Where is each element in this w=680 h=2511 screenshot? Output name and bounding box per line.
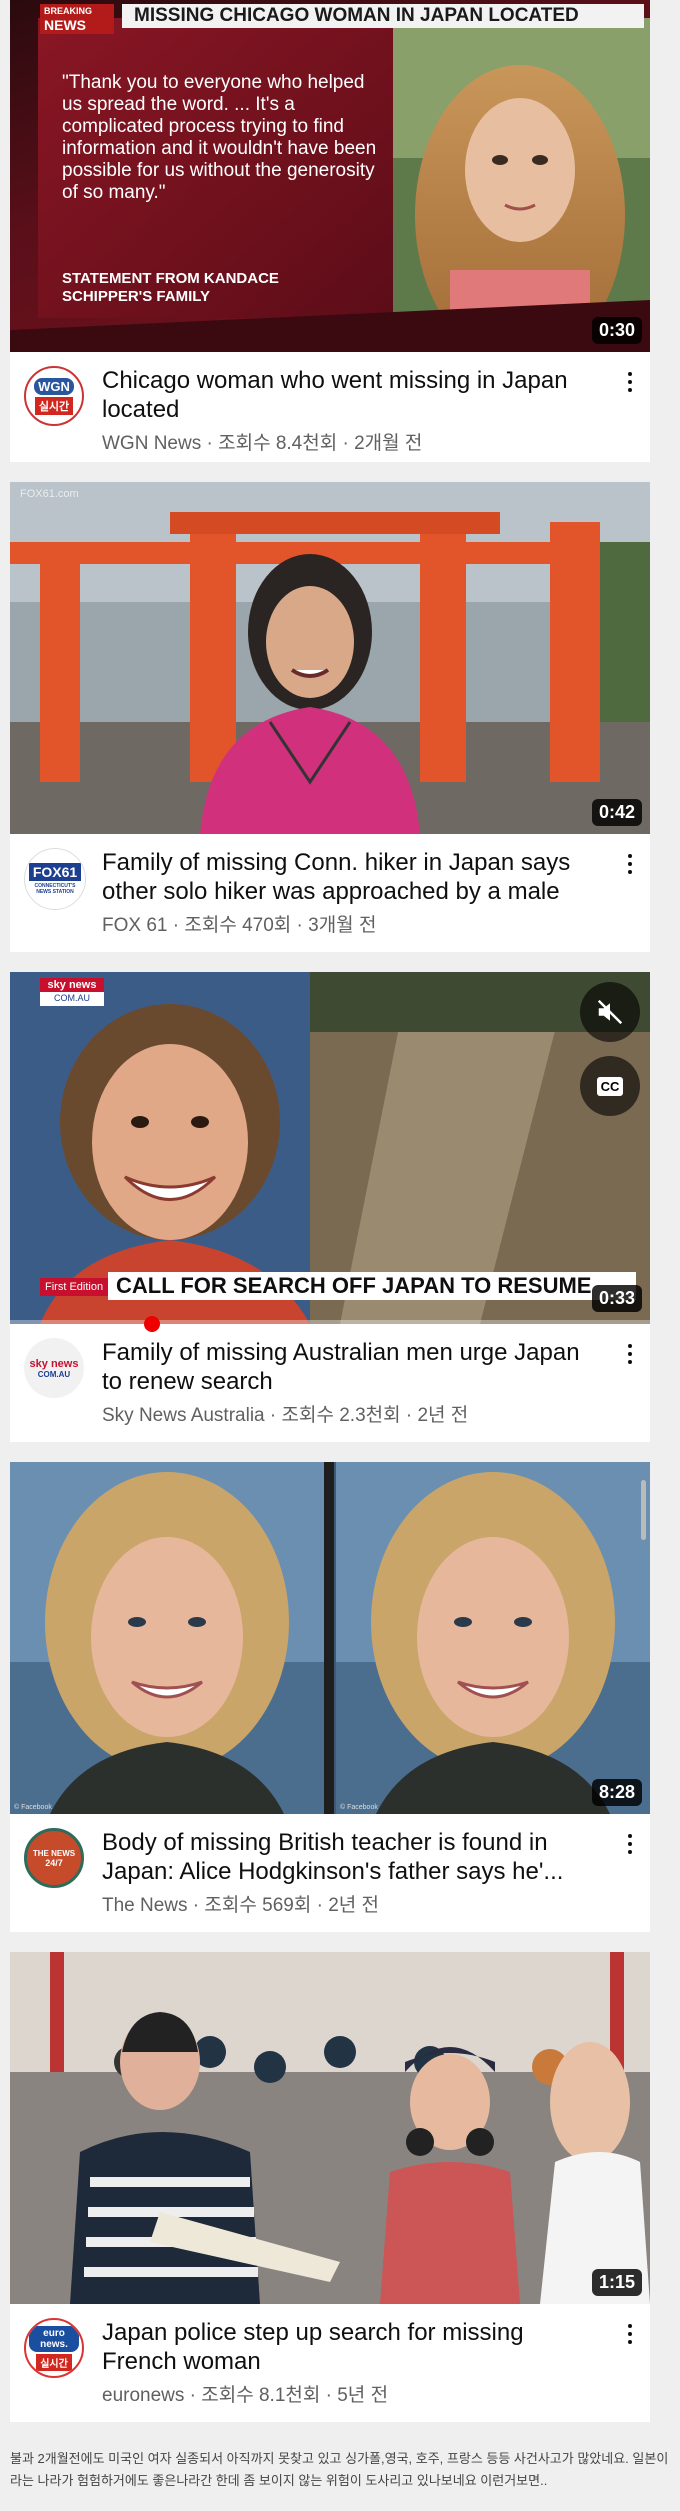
video-meta: WGN 실시간 Chicago woman who went missing i… (10, 352, 650, 455)
more-options-icon[interactable] (616, 846, 644, 882)
photo-credit: © Facebook (14, 1804, 52, 1811)
thumbnail-quote: "Thank you to everyone who helped us spr… (62, 72, 377, 203)
mute-button[interactable] (580, 982, 640, 1042)
video-meta: sky news COM.AU Family of missing Austra… (10, 1324, 650, 1442)
photo-credit-right: © Facebook (340, 1804, 378, 1811)
avatar-top-label: WGN (34, 377, 74, 395)
breaking-label: BREAKING (44, 6, 93, 16)
video-duration: 1:15 (591, 2269, 642, 2296)
avatar-bottom-label: 24/7 (45, 1857, 63, 1868)
thumbnail-headline: MISSING CHICAGO WOMAN IN JAPAN LOCATED (122, 4, 644, 28)
video-thumbnail[interactable]: © Facebook © Facebook 8:28 (10, 1462, 650, 1814)
avatar-top-label: euro news. (29, 2325, 79, 2352)
more-options-icon[interactable] (616, 2316, 644, 2352)
breaking-news-badge: BREAKING NEWS (40, 4, 114, 34)
more-options-icon[interactable] (616, 1826, 644, 1862)
avatar-top-label: FOX61 (28, 863, 82, 881)
edition-tag: First Edition (40, 1278, 109, 1296)
channel-line[interactable]: The News · 조회수 569회 · 2년 전 (102, 1890, 379, 1917)
channel-avatar[interactable]: euro news. 실시간 (24, 2318, 84, 2378)
thumbnail-headline: CALL FOR SEARCH OFF JAPAN TO RESUME (108, 1272, 636, 1300)
video-card[interactable]: 1:15 euro news. 실시간 Japan police step up… (10, 1952, 650, 2422)
avatar-bottom-label: COM.AU (37, 1369, 71, 1379)
video-thumbnail[interactable]: BREAKING NEWS MISSING CHICAGO WOMAN IN J… (10, 0, 650, 352)
more-options-icon[interactable] (616, 364, 644, 400)
logo-bottom: COM.AU (54, 993, 90, 1003)
channel-line[interactable]: Sky News Australia · 조회수 2.3천회 · 2년 전 (102, 1400, 468, 1427)
video-thumbnail[interactable]: 1:15 (10, 1952, 650, 2304)
thumbnail-watermark: FOX61.com (20, 488, 79, 500)
video-meta: FOX61 CONNECTICUT'S NEWS STATION Family … (10, 834, 650, 952)
channel-avatar[interactable]: FOX61 CONNECTICUT'S NEWS STATION (24, 848, 86, 910)
more-options-icon[interactable] (616, 1336, 644, 1372)
channel-avatar[interactable]: sky news COM.AU (24, 1338, 84, 1398)
captions-button[interactable]: CC (580, 1056, 640, 1116)
sky-news-logo: sky news COM.AU (40, 978, 104, 1006)
avatar-bottom-label: 실시간 (34, 396, 74, 415)
video-thumbnail[interactable]: FOX61.com 0:42 (10, 482, 650, 834)
channel-line[interactable]: euronews · 조회수 8.1천회 · 5년 전 (102, 2380, 388, 2407)
video-card[interactable]: sky news COM.AU CC First Edition CALL FO… (10, 972, 650, 1442)
video-title[interactable]: Body of missing British teacher is found… (102, 1828, 602, 1886)
video-duration: 8:28 (591, 1779, 642, 1806)
video-title[interactable]: Japan police step up search for missing … (102, 2318, 602, 2376)
video-meta: THE NEWS 24/7 Body of missing British te… (10, 1814, 650, 1932)
post-body-text: 불과 2개월전에도 미국인 여자 실종되서 아직까지 못찾고 있고 싱가폴,영국… (10, 2451, 669, 2488)
thumbnail-art (10, 482, 650, 834)
video-duration: 0:33 (591, 1285, 642, 1312)
avatar-top-label: THE NEWS (32, 1848, 76, 1858)
channel-line[interactable]: WGN News · 조회수 8.4천회 · 2개월 전 (102, 428, 422, 455)
video-title[interactable]: Chicago woman who went missing in Japan … (102, 366, 602, 424)
thumbnail-art (10, 1952, 650, 2304)
video-card[interactable]: © Facebook © Facebook 8:28 THE NEWS 24/7… (10, 1462, 650, 1932)
video-card[interactable]: BREAKING NEWS MISSING CHICAGO WOMAN IN J… (10, 0, 650, 462)
thumbnail-attribution: STATEMENT FROM KANDACE SCHIPPER'S FAMILY (62, 270, 279, 305)
video-title[interactable]: Family of missing Australian men urge Ja… (102, 1338, 602, 1396)
channel-line[interactable]: FOX 61 · 조회수 470회 · 3개월 전 (102, 910, 376, 937)
video-meta: euro news. 실시간 Japan police step up sear… (10, 2304, 650, 2422)
avatar-bottom-label: 실시간 (36, 2353, 72, 2371)
video-card[interactable]: FOX61.com 0:42 FOX61 CONNECTICUT'S NEWS … (10, 482, 650, 952)
avatar-bottom-label: CONNECTICUT'S NEWS STATION (34, 883, 76, 895)
video-duration: 0:42 (591, 799, 642, 826)
cc-icon: CC (596, 1076, 624, 1096)
avatar-top-label: sky news (29, 1357, 79, 1370)
channel-avatar[interactable]: THE NEWS 24/7 (24, 1828, 84, 1888)
news-label: NEWS (44, 17, 86, 33)
channel-avatar[interactable]: WGN 실시간 (24, 366, 84, 426)
logo-top: sky news (40, 978, 104, 992)
muted-speaker-icon (597, 999, 623, 1025)
scroll-indicator[interactable] (641, 1480, 646, 1540)
thumbnail-art (10, 1462, 650, 1814)
video-thumbnail[interactable]: sky news COM.AU CC First Edition CALL FO… (10, 972, 650, 1324)
video-duration: 0:30 (591, 317, 642, 344)
video-title[interactable]: Family of missing Conn. hiker in Japan s… (102, 848, 602, 906)
